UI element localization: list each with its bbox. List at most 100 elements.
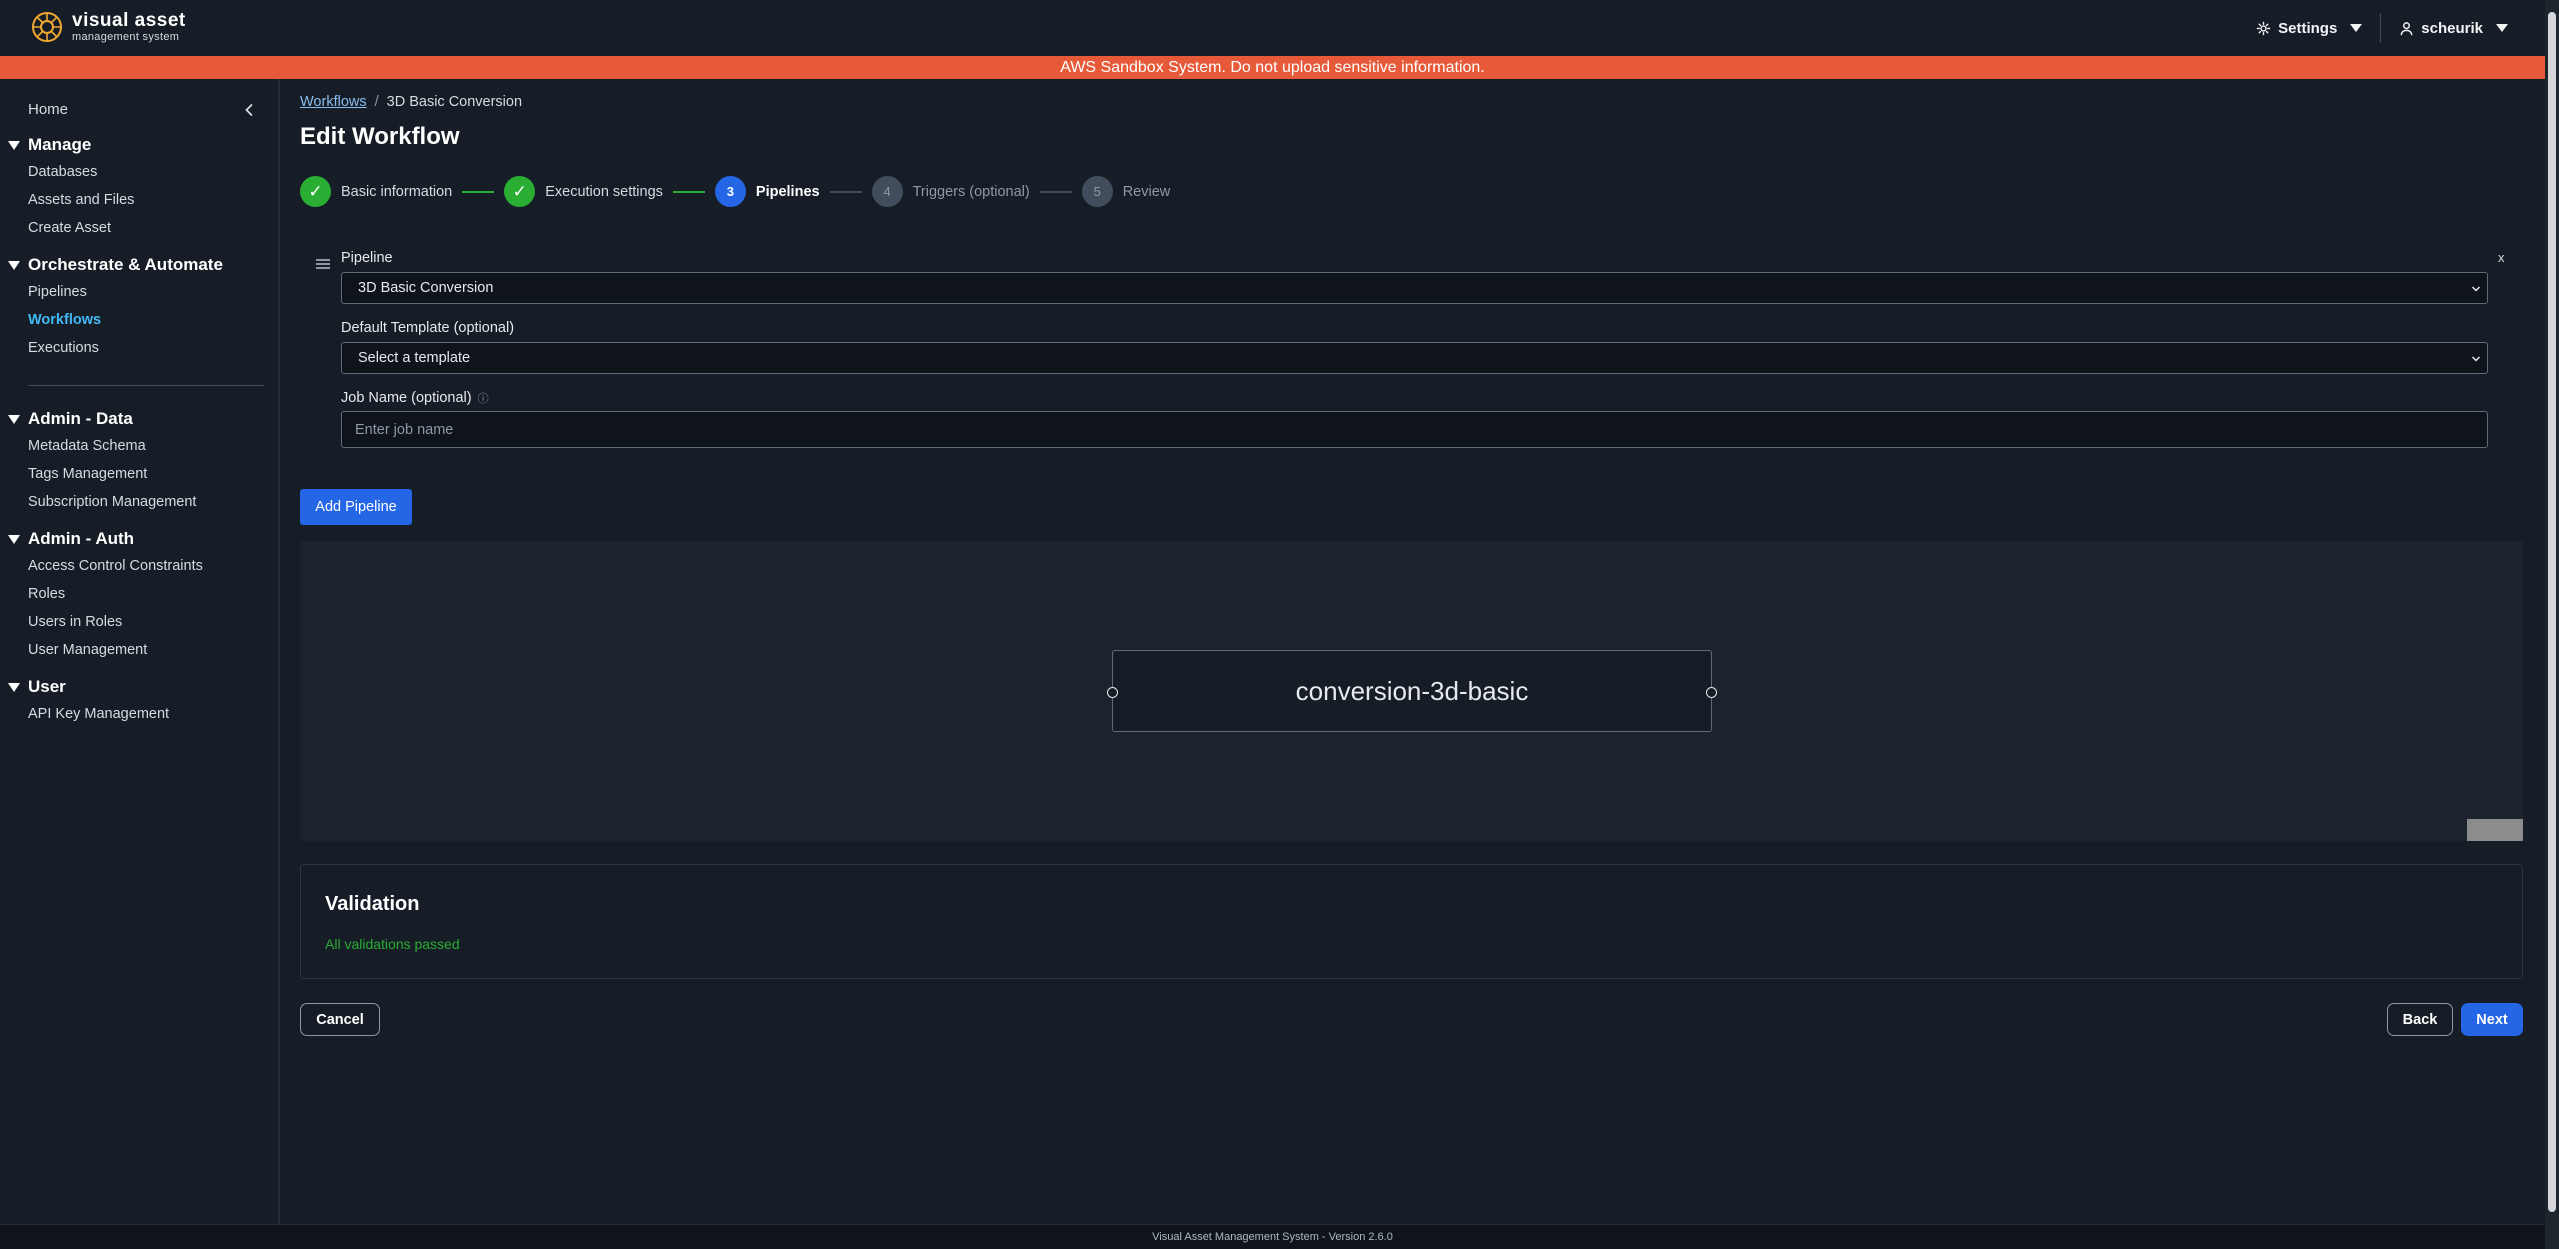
chevron-left-icon[interactable] — [240, 101, 258, 119]
default-template-select-value: Select a template — [358, 350, 471, 366]
sidebar-section-admin-auth[interactable]: Admin - Auth — [8, 529, 134, 549]
sandbox-warning-banner: AWS Sandbox System. Do not upload sensit… — [0, 56, 2545, 79]
step-label: Execution settings — [545, 183, 663, 200]
drag-handle-icon[interactable] — [316, 259, 330, 269]
footer-version-text: Visual Asset Management System - Version… — [1152, 1231, 1393, 1243]
sidebar-item-pipelines[interactable]: Pipelines — [28, 284, 87, 300]
sidebar-item-tags-management[interactable]: Tags Management — [28, 466, 147, 482]
step-basic-information[interactable]: ✓ Basic information — [300, 176, 452, 207]
chevron-down-icon — [2471, 356, 2481, 362]
caret-down-icon — [8, 140, 20, 150]
footer: Visual Asset Management System - Version… — [0, 1224, 2545, 1249]
step-number: 4 — [871, 176, 903, 207]
logo-title: visual asset — [72, 10, 186, 31]
nav-divider — [2380, 13, 2382, 43]
step-execution-settings[interactable]: ✓ Execution settings — [504, 176, 663, 207]
user-label: scheurik — [2421, 19, 2483, 37]
settings-menu-button[interactable]: Settings — [2244, 13, 2374, 43]
validation-message: All validations passed — [325, 936, 460, 952]
sidebar-section-admin-data[interactable]: Admin - Data — [8, 409, 133, 429]
chevron-down-icon — [2471, 286, 2481, 292]
default-template-label: Default Template (optional) — [341, 320, 515, 336]
sidebar-item-create-asset[interactable]: Create Asset — [28, 220, 111, 236]
sidebar-item-databases[interactable]: Databases — [28, 164, 97, 180]
sidebar-item-subscription-management[interactable]: Subscription Management — [28, 494, 196, 510]
sidebar-section-title: Admin - Auth — [28, 529, 135, 548]
sidebar-item-assets-and-files[interactable]: Assets and Files — [28, 192, 134, 208]
caret-down-icon — [2350, 24, 2363, 32]
caret-down-icon — [8, 534, 20, 544]
step-connector — [672, 190, 705, 193]
caret-down-icon — [2496, 24, 2508, 32]
step-label: Triggers (optional) — [912, 183, 1030, 200]
check-icon: ✓ — [504, 176, 536, 207]
step-review[interactable]: 5 Review — [1081, 176, 1170, 207]
sidebar-section-title: Admin - Data — [28, 409, 133, 428]
sidebar-section-user[interactable]: User — [8, 677, 66, 697]
wizard-steps: ✓ Basic information ✓ Execution settings… — [300, 176, 1170, 207]
sidebar-item-user-management[interactable]: User Management — [28, 642, 147, 658]
job-name-input[interactable] — [341, 411, 2488, 448]
caret-down-icon — [8, 682, 20, 692]
scrollbar-thumb[interactable] — [2548, 12, 2556, 1212]
cancel-button[interactable]: Cancel — [300, 1003, 380, 1036]
sidebar-item-metadata-schema[interactable]: Metadata Schema — [28, 438, 146, 454]
node-input-handle[interactable] — [1107, 687, 1118, 698]
sidebar-divider — [28, 385, 264, 386]
next-button[interactable]: Next — [2461, 1003, 2523, 1036]
step-connector — [1039, 190, 1072, 193]
step-pipelines[interactable]: 3 Pipelines — [714, 176, 820, 207]
info-icon[interactable]: ⓘ — [478, 393, 489, 405]
sidebar-item-home[interactable]: Home — [28, 101, 68, 118]
caret-down-icon — [8, 414, 20, 424]
sidebar-item-users-in-roles[interactable]: Users in Roles — [28, 614, 122, 630]
pipeline-select[interactable]: 3D Basic Conversion — [341, 272, 2488, 304]
node-output-handle[interactable] — [1706, 687, 1717, 698]
top-navigation: visual asset management system Settings … — [0, 0, 2545, 56]
page-title: Edit Workflow — [300, 123, 460, 150]
logo-subtitle: management system — [72, 31, 180, 43]
page-scrollbar[interactable] — [2545, 0, 2559, 1249]
app-logo[interactable]: visual asset management system — [30, 10, 186, 44]
sidebar-item-workflows[interactable]: Workflows — [28, 312, 101, 328]
breadcrumb-workflows-link[interactable]: Workflows — [300, 94, 367, 110]
check-icon: ✓ — [300, 176, 331, 207]
step-triggers[interactable]: 4 Triggers (optional) — [871, 176, 1030, 207]
sidebar-item-access-control-constraints[interactable]: Access Control Constraints — [28, 558, 203, 574]
remove-pipeline-button[interactable]: x — [2498, 250, 2505, 265]
canvas-attribution — [2467, 819, 2523, 841]
step-number: 3 — [714, 176, 746, 207]
user-menu-button[interactable]: scheurik — [2387, 13, 2520, 43]
banner-text: AWS Sandbox System. Do not upload sensit… — [1060, 58, 1485, 76]
step-number: 5 — [1081, 176, 1113, 207]
breadcrumb: Workflows / 3D Basic Conversion — [300, 94, 522, 110]
back-button[interactable]: Back — [2387, 1003, 2453, 1036]
vams-logo-icon — [32, 12, 62, 42]
sidebar-section-orchestrate[interactable]: Orchestrate & Automate — [8, 255, 223, 275]
sidebar-item-executions[interactable]: Executions — [28, 340, 99, 356]
validation-panel: Validation All validations passed — [300, 864, 2523, 979]
settings-label: Settings — [2278, 19, 2338, 37]
sidebar-section-title: Manage — [28, 135, 92, 154]
add-pipeline-button[interactable]: Add Pipeline — [300, 489, 412, 525]
breadcrumb-separator: / — [374, 94, 379, 110]
user-icon — [2400, 21, 2413, 35]
workflow-canvas[interactable]: conversion-3d-basic — [300, 541, 2523, 841]
step-label: Basic information — [341, 183, 453, 200]
default-template-select[interactable]: Select a template — [341, 342, 2488, 374]
pipeline-node-label: conversion-3d-basic — [1295, 675, 1529, 706]
sidebar-item-roles[interactable]: Roles — [28, 586, 65, 602]
job-name-label: Job Name (optional) — [341, 390, 472, 406]
sidebar-item-api-key-management[interactable]: API Key Management — [28, 706, 169, 722]
step-label: Pipelines — [755, 183, 820, 200]
step-connector — [829, 190, 862, 193]
sidebar: Home Manage Databases Assets and Files C… — [0, 79, 280, 1224]
caret-down-icon — [8, 260, 20, 270]
sidebar-section-title: Orchestrate & Automate — [28, 255, 223, 274]
gear-icon — [2256, 21, 2271, 35]
job-name-label-row: Job Name (optional) ⓘ — [341, 390, 489, 406]
sidebar-section-manage[interactable]: Manage — [8, 135, 91, 155]
pipeline-node[interactable]: conversion-3d-basic — [1107, 650, 1717, 732]
breadcrumb-current: 3D Basic Conversion — [386, 94, 523, 110]
step-connector — [462, 190, 495, 193]
